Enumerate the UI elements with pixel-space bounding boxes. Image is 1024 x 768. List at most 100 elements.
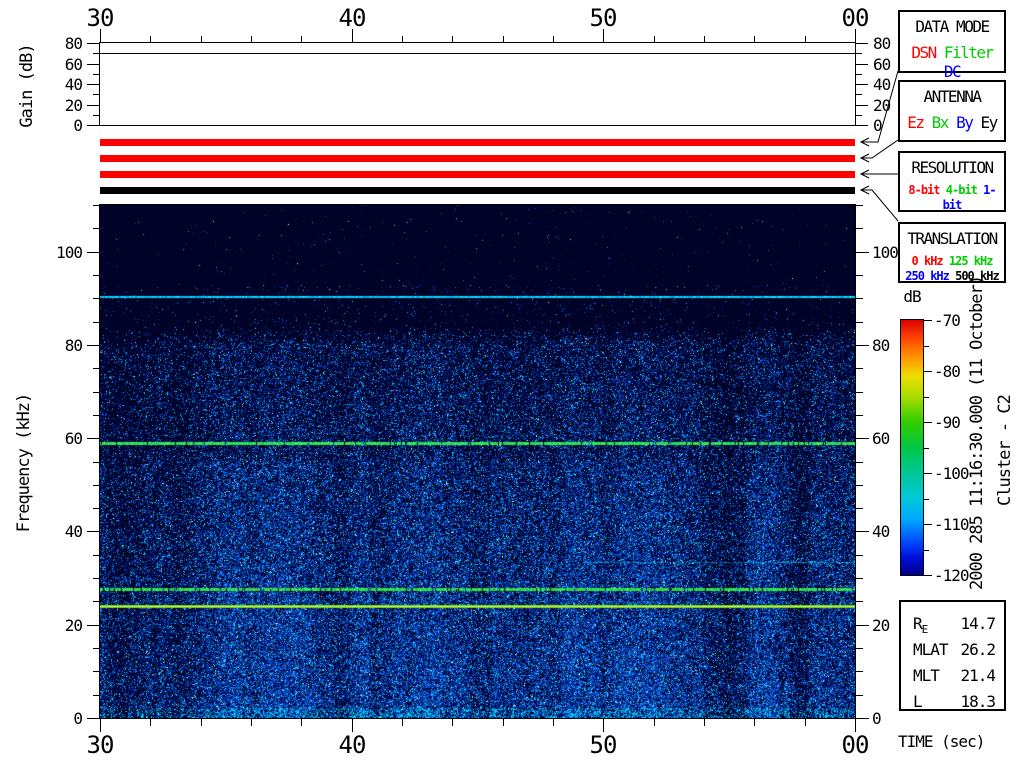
tick-mark [924,346,929,347]
tick-mark [856,671,863,672]
freq-tick-label-left: 80 [64,336,83,355]
tick-mark [856,368,863,369]
tick-mark [93,485,100,486]
ephemeris-label: MLAT [913,640,949,659]
time-axis-label: TIME (sec) [898,732,985,751]
tick-mark [855,74,862,75]
time-tick-label-top: 00 [841,4,870,32]
tick-mark [856,205,863,206]
tick-mark [93,322,100,323]
translation-title: TRANSLATION [907,229,998,248]
ephemeris-row: L 18.3 [901,688,1004,714]
time-tick-label-top: 40 [338,4,367,32]
tick-mark [301,36,302,43]
time-tick-label-bottom: 40 [338,731,367,759]
tick-mark [924,448,929,449]
tick-mark [402,719,403,726]
tick-mark [856,601,863,602]
antenna-box: ANTENNA Ez Bx By Ey [898,80,1006,142]
tick-mark [924,524,932,525]
tick-mark [856,345,869,346]
legend-item-dsn: DSN [911,43,937,62]
tick-mark [93,648,100,649]
tick-mark [87,105,100,106]
tick-mark [503,719,504,726]
freq-tick-label-right: 100 [872,243,899,262]
translation-bar [100,187,855,194]
ephemeris-table: RE 14.7 MLAT 26.2 MLT 21.4 L 18.3 [899,600,1006,711]
freq-tick-label-right: 60 [872,429,890,448]
tick-mark [856,508,863,509]
antenna-title: ANTENNA [923,87,982,106]
tick-mark [93,508,100,509]
tick-mark [93,94,100,95]
tick-mark [855,94,862,95]
gain-tick-label-right: 0 [873,116,883,135]
antenna-items: Ez Bx By Ey [900,113,1004,132]
gain-tick-label-right: 20 [873,96,891,115]
tick-mark [856,228,863,229]
tick-mark [924,397,929,398]
freq-tick-label-left: 40 [64,522,83,541]
gain-tick-label-right: 80 [873,34,891,53]
tick-mark [924,575,932,576]
tick-mark [856,415,863,416]
tick-mark [87,252,100,253]
tick-mark [93,392,100,393]
tick-mark [93,555,100,556]
time-tick-label-bottom: 30 [86,731,115,759]
freq-tick-label-left: 100 [56,243,83,262]
ephemeris-value: 14.7 [960,614,996,633]
colorbar-canvas [901,320,923,575]
ephemeris-row: MLT 21.4 [901,662,1004,688]
ephemeris-value: 21.4 [960,666,996,685]
tick-mark [855,84,868,85]
tick-mark [452,36,453,43]
tick-mark [924,422,932,423]
ephemeris-row: RE 14.7 [901,610,1004,636]
tick-mark [553,719,554,726]
time-tick-label-top: 50 [589,4,618,32]
legend-item-dc: DC [943,62,962,81]
freq-tick-label-left: 0 [73,709,83,728]
tick-mark [251,36,252,43]
gain-tick-label-left: 40 [64,75,83,94]
resolution-title: RESOLUTION [911,158,994,177]
tick-mark [201,719,202,726]
tick-mark [855,125,868,126]
time-tick-label-bottom: 00 [841,731,870,759]
resolution-box: RESOLUTION 8-bit 4-bit 1-bit [898,151,1006,212]
gain-tick-label-left: 80 [64,34,83,53]
gain-tick-label-right: 60 [873,55,891,74]
ephemeris-value: 18.3 [960,692,996,711]
freq-tick-label-right: 20 [872,616,890,635]
tick-mark [402,36,403,43]
ephemeris-row: MLAT 26.2 [901,636,1004,662]
tick-mark [503,36,504,43]
spacecraft-annotation: Cluster - C2 [995,395,1015,506]
tick-mark [93,671,100,672]
tick-mark [87,531,100,532]
tick-mark [856,625,869,626]
tick-mark [93,601,100,602]
tick-mark [856,648,863,649]
gain-plot-frame [99,42,856,126]
tick-mark [251,719,252,726]
freq-tick-label-right: 80 [872,336,890,355]
tick-mark [93,205,100,206]
colorbar-tick-label: -120 [934,566,970,585]
tick-mark [924,499,929,500]
colorbar-tick-label: -70 [934,311,961,330]
translation-box: TRANSLATION 0 kHz 125 kHz 250 kHz 500 kH… [898,222,1006,283]
tick-mark [754,719,755,726]
tick-mark [924,473,932,474]
freq-tick-label-right: 0 [872,709,882,728]
tick-mark [87,718,100,719]
freq-tick-label-left: 60 [64,429,83,448]
tick-mark [93,462,100,463]
tick-mark [856,438,869,439]
tick-mark [856,531,869,532]
tick-mark [855,43,868,44]
freq-tick-label-left: 20 [64,616,83,635]
tick-mark [754,36,755,43]
